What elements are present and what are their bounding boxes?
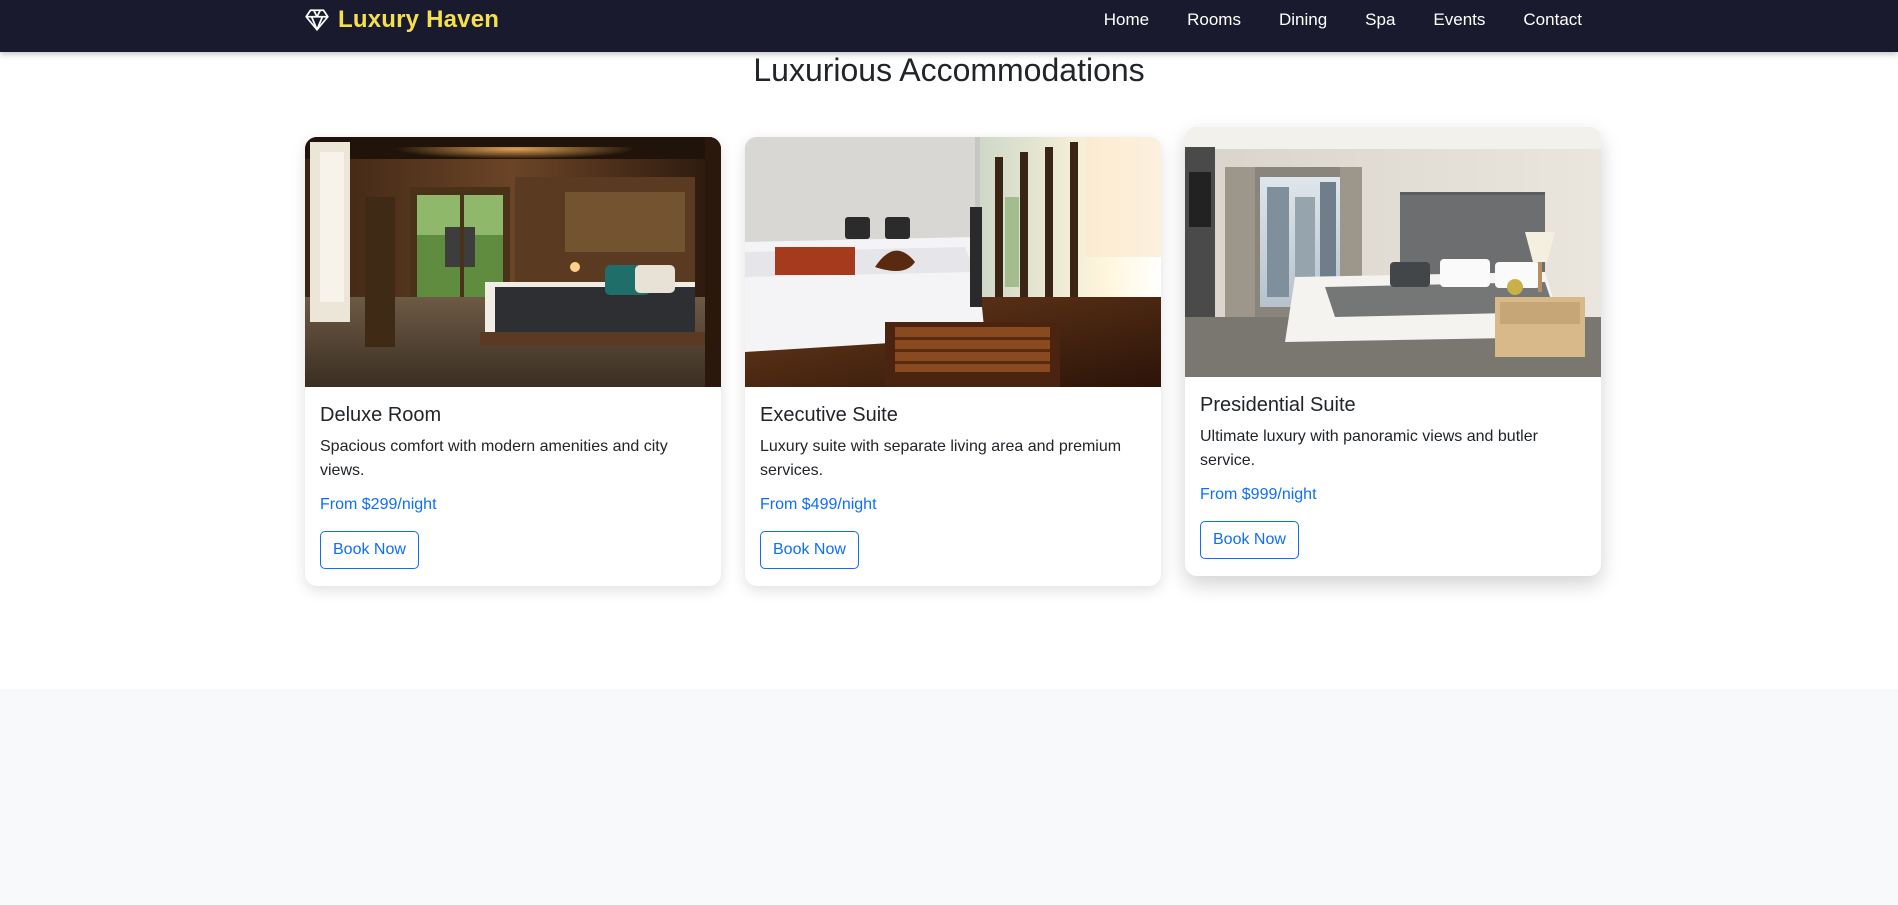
book-now-button[interactable]: Book Now (760, 531, 859, 569)
room-description: Spacious comfort with modern amenities a… (320, 438, 668, 479)
nav-link-home[interactable]: Home (1085, 10, 1168, 30)
room-name: Executive Suite (760, 404, 898, 426)
book-now-button[interactable]: Book Now (320, 531, 419, 569)
room-card-executive: Executive Suite Luxury suite with separa… (745, 137, 1161, 586)
brand-name: Luxury Haven (338, 6, 500, 33)
card-body: Executive Suite Luxury suite with separa… (745, 387, 1161, 586)
room-card-deluxe: Deluxe Room Spacious comfort with modern… (305, 137, 721, 586)
room-description: Ultimate luxury with panoramic views and… (1200, 428, 1538, 469)
nav-link-contact[interactable]: Contact (1504, 10, 1582, 30)
nav-link-spa[interactable]: Spa (1346, 10, 1414, 30)
room-photo-executive (745, 137, 1161, 387)
room-photo-presidential (1185, 127, 1601, 377)
room-price: From $499/night (760, 496, 877, 513)
section-title: Luxurious Accommodations (753, 52, 1145, 88)
room-price: From $299/night (320, 496, 437, 513)
room-name: Presidential Suite (1200, 394, 1356, 416)
nav-link-dining[interactable]: Dining (1260, 10, 1346, 30)
brand-logo[interactable]: Luxury Haven (304, 6, 499, 34)
rooms-section: Luxurious Accommodations Deluxe Room Spa… (0, 52, 1898, 689)
card-body: Deluxe Room Spacious comfort with modern… (305, 387, 721, 586)
top-navbar: Luxury Haven Home Rooms Dining Spa Event… (0, 0, 1898, 52)
room-name: Deluxe Room (320, 404, 442, 426)
card-body: Presidential Suite Ultimate luxury with … (1185, 377, 1601, 576)
nav-menu: Home Rooms Dining Spa Events Contact (1085, 10, 1582, 30)
room-description: Luxury suite with separate living area a… (760, 438, 1122, 479)
room-card-presidential: Presidential Suite Ultimate luxury with … (1185, 127, 1601, 576)
room-price: From $999/night (1200, 486, 1317, 503)
nav-link-events[interactable]: Events (1414, 10, 1504, 30)
nav-link-rooms[interactable]: Rooms (1168, 10, 1260, 30)
gem-icon (305, 9, 329, 31)
book-now-button[interactable]: Book Now (1200, 521, 1299, 559)
room-photo-deluxe (305, 137, 721, 387)
next-section-background (0, 689, 1898, 905)
